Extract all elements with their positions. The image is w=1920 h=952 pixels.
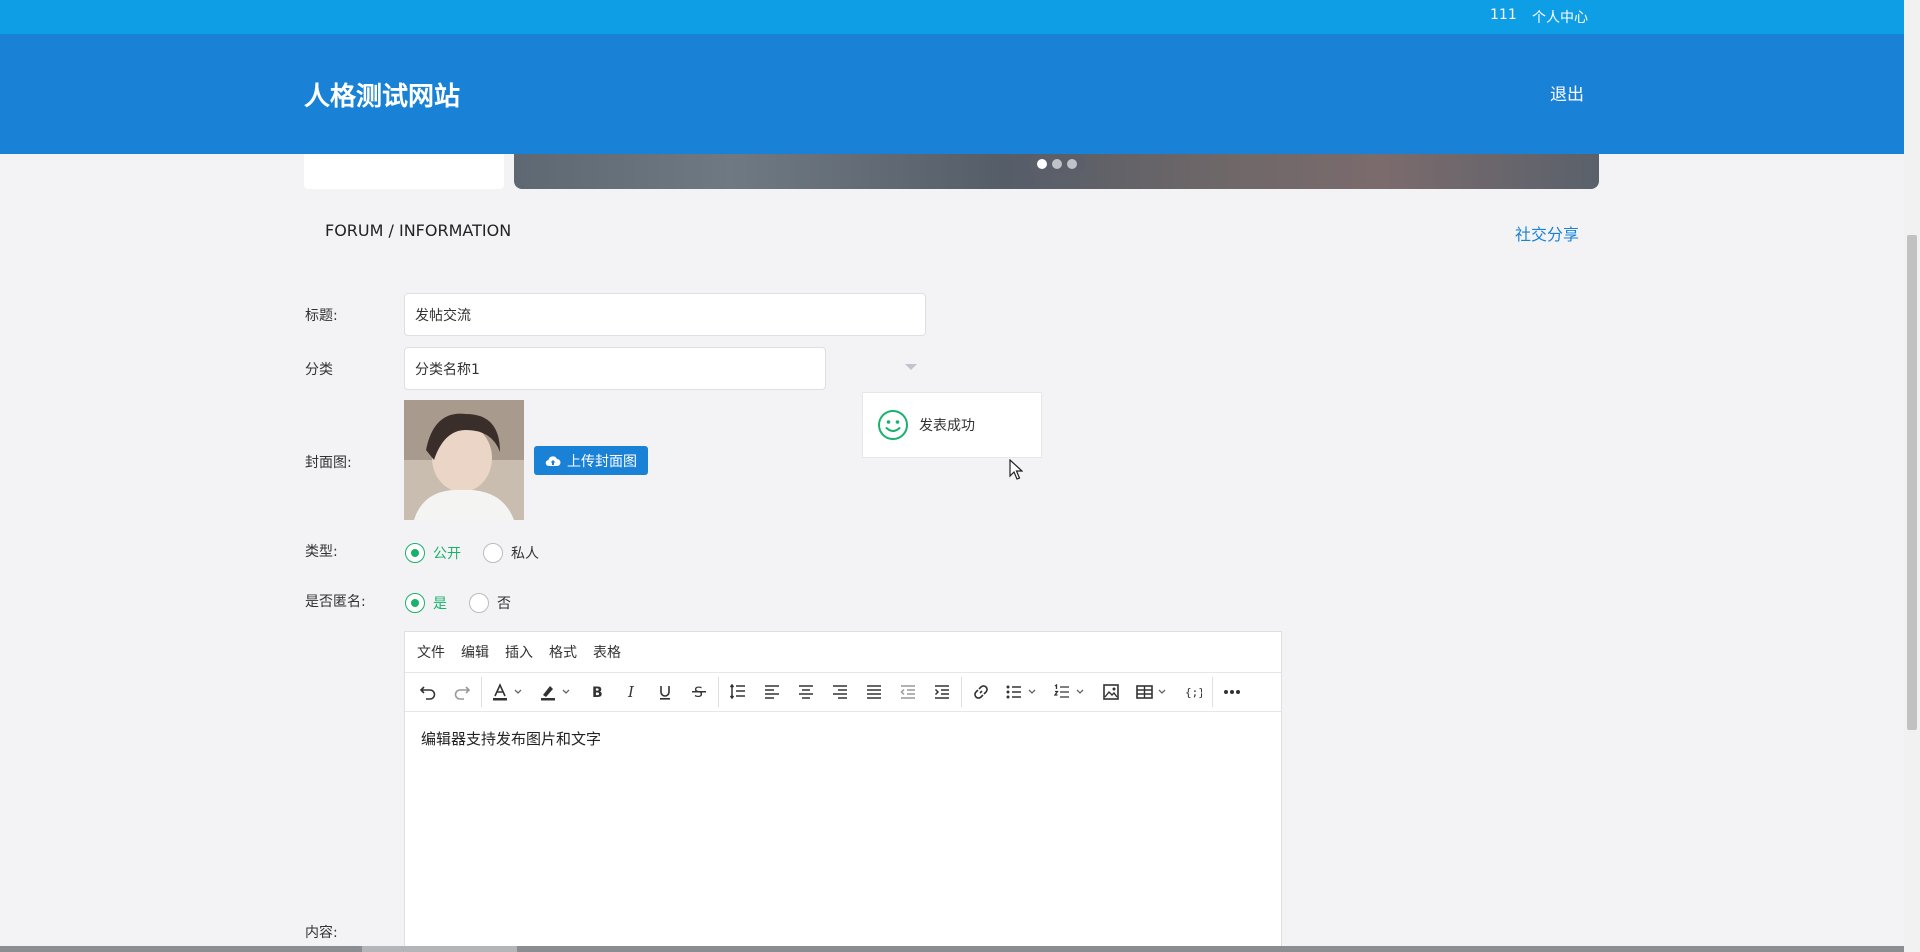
content-label: 内容: <box>305 925 338 941</box>
align-justify-icon[interactable] <box>857 675 891 709</box>
site-header: 人格测试网站 退出 <box>0 34 1904 154</box>
title-input[interactable]: 发帖交流 <box>404 293 926 336</box>
numbered-list-icon[interactable] <box>1046 675 1094 709</box>
username: 111 <box>1490 7 1517 23</box>
undo-icon[interactable] <box>411 675 445 709</box>
cover-label: 封面图: <box>305 455 352 471</box>
category-label: 分类 <box>305 362 333 378</box>
table-icon[interactable] <box>1128 675 1176 709</box>
anonymous-yes-label[interactable]: 是 <box>433 593 447 613</box>
type-private-radio[interactable] <box>483 543 503 563</box>
toolbar-separator <box>481 677 482 707</box>
category-select[interactable]: 分类名称1 <box>404 347 826 390</box>
cover-image <box>404 400 524 520</box>
anonymous-yes-radio[interactable] <box>405 593 425 613</box>
type-public-label[interactable]: 公开 <box>433 543 461 563</box>
toolbar-separator <box>718 677 719 707</box>
anonymous-radio-group: 是 否 <box>405 593 533 613</box>
bold-icon[interactable]: B <box>580 675 614 709</box>
carousel-dot[interactable] <box>1067 159 1077 169</box>
menu-file[interactable]: 文件 <box>417 642 445 662</box>
menu-format[interactable]: 格式 <box>549 642 577 662</box>
carousel-indicators <box>1029 155 1085 173</box>
type-public-radio[interactable] <box>405 543 425 563</box>
toolbar-separator <box>961 677 962 707</box>
cloud-upload-icon <box>545 455 561 466</box>
redo-icon[interactable] <box>445 675 479 709</box>
carousel-dot[interactable] <box>1037 159 1047 169</box>
chevron-down-icon[interactable] <box>905 364 917 370</box>
bullet-list-icon[interactable] <box>998 675 1046 709</box>
anonymous-no-radio[interactable] <box>469 593 489 613</box>
image-icon[interactable] <box>1094 675 1128 709</box>
title-label: 标题: <box>305 308 338 324</box>
text-color-icon[interactable] <box>484 675 532 709</box>
personal-center-link[interactable]: 个人中心 <box>1532 7 1588 27</box>
type-radio-group: 公开 私人 <box>405 543 561 563</box>
rich-text-editor: 文件 编辑 插入 格式 表格 B I S {; 编辑器支持发布图片和文字 <box>404 631 1282 952</box>
anonymous-label: 是否匿名: <box>305 594 366 610</box>
breadcrumb: FORUM / INFORMATION <box>325 221 512 240</box>
smile-icon <box>878 410 908 440</box>
menu-insert[interactable]: 插入 <box>505 642 533 662</box>
toast-message: 发表成功 <box>919 418 975 434</box>
highlight-color-icon[interactable] <box>532 675 580 709</box>
line-height-icon[interactable] <box>721 675 755 709</box>
type-label: 类型: <box>305 544 338 560</box>
editor-content[interactable]: 编辑器支持发布图片和文字 <box>405 712 1281 765</box>
top-bar: 111 个人中心 <box>0 0 1904 34</box>
code-sample-icon[interactable]: {;} <box>1176 675 1210 709</box>
align-left-icon[interactable] <box>755 675 789 709</box>
italic-icon[interactable]: I <box>614 675 648 709</box>
svg-text:B: B <box>592 685 603 701</box>
underline-icon[interactable] <box>648 675 682 709</box>
horizontal-scrollbar[interactable] <box>0 946 1904 952</box>
horizontal-scrollbar-thumb[interactable] <box>362 946 517 952</box>
link-icon[interactable] <box>964 675 998 709</box>
strikethrough-icon[interactable]: S <box>682 675 716 709</box>
scrollbar-thumb[interactable] <box>1907 235 1917 730</box>
align-right-icon[interactable] <box>823 675 857 709</box>
logout-link[interactable]: 退出 <box>1550 80 1584 105</box>
more-icon[interactable] <box>1215 675 1249 709</box>
menu-table[interactable]: 表格 <box>593 642 621 662</box>
svg-text:I: I <box>627 683 635 701</box>
mouse-cursor-icon <box>1009 459 1023 480</box>
indent-icon[interactable] <box>925 675 959 709</box>
menu-edit[interactable]: 编辑 <box>461 642 489 662</box>
toolbar-separator <box>1212 677 1213 707</box>
outdent-icon[interactable] <box>891 675 925 709</box>
upload-cover-button[interactable]: 上传封面图 <box>534 446 648 475</box>
editor-menubar: 文件 编辑 插入 格式 表格 <box>405 632 1281 672</box>
side-card <box>304 154 504 189</box>
anonymous-no-label[interactable]: 否 <box>497 593 511 613</box>
svg-text:S: S <box>694 685 703 701</box>
social-share-link[interactable]: 社交分享 <box>1515 221 1579 245</box>
editor-toolbar: B I S {; <box>405 672 1281 712</box>
site-logo[interactable]: 人格测试网站 <box>304 76 460 113</box>
success-toast: 发表成功 <box>862 392 1042 458</box>
align-center-icon[interactable] <box>789 675 823 709</box>
carousel-dot[interactable] <box>1052 159 1062 169</box>
upload-cover-label: 上传封面图 <box>567 453 637 470</box>
svg-text:{;}: {;} <box>1185 686 1202 699</box>
type-private-label[interactable]: 私人 <box>511 543 539 563</box>
